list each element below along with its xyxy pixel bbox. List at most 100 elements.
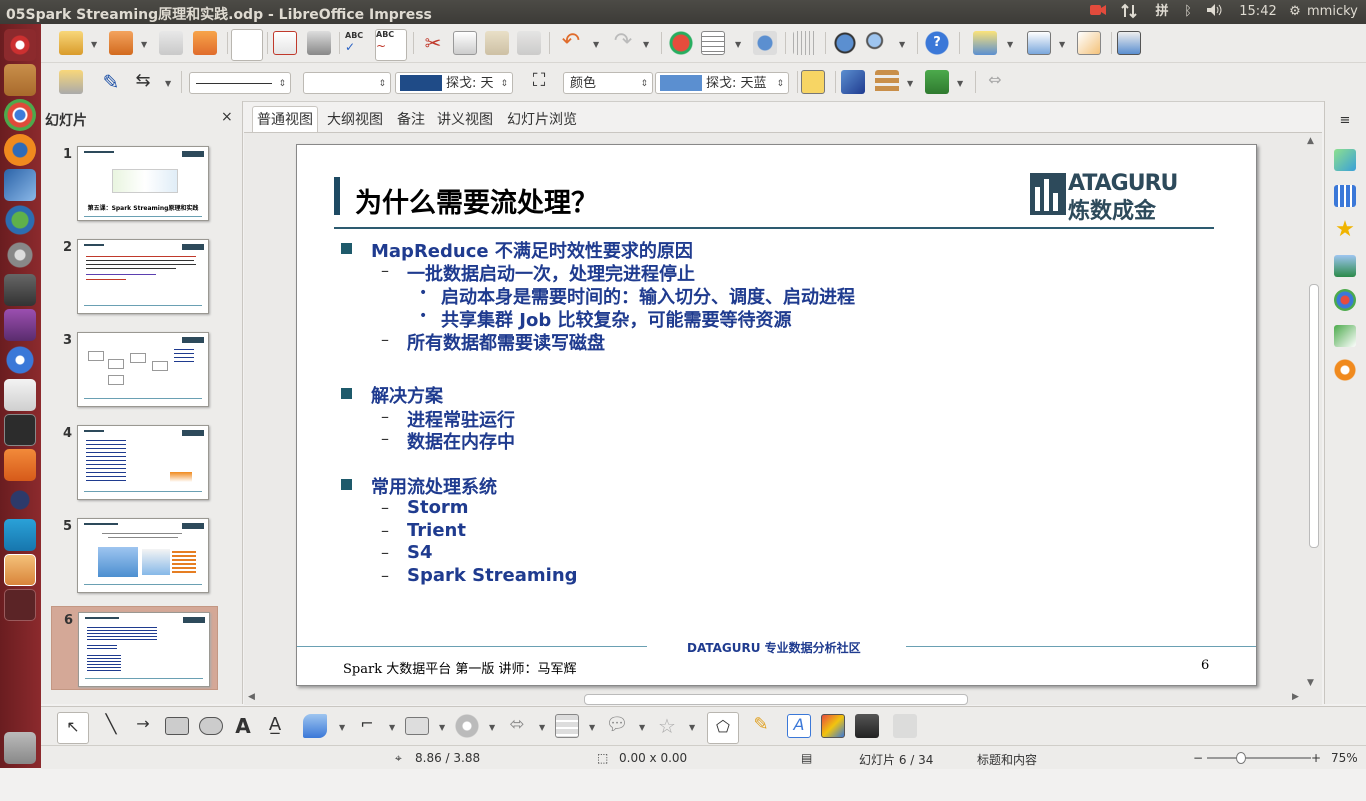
network-globe-icon[interactable] xyxy=(4,204,36,236)
screen-recorder-icon[interactable] xyxy=(4,309,36,341)
copy-icon[interactable] xyxy=(453,31,477,55)
text-editor-icon[interactable] xyxy=(4,379,36,411)
symbol-shapes-dropdown-icon[interactable]: ▼ xyxy=(489,723,495,732)
rotate-icon[interactable] xyxy=(841,70,865,94)
bullet-item[interactable]: Spark Streaming xyxy=(407,565,578,586)
slide-thumbnail[interactable]: 4 xyxy=(51,420,216,502)
arrow-style-icon[interactable]: ⇆ xyxy=(131,70,155,94)
virtualbox-icon[interactable] xyxy=(4,169,36,201)
close-icon[interactable]: × xyxy=(221,109,233,125)
slide-transition-icon[interactable] xyxy=(1334,255,1356,277)
vertical-scrollbar[interactable]: ▲ ▼ xyxy=(1306,136,1322,692)
volume-icon[interactable] xyxy=(1204,3,1226,21)
redo-dropdown-icon[interactable]: ▼ xyxy=(643,40,649,49)
area-fill-icon[interactable]: ⛶ xyxy=(527,70,551,94)
settings-icon[interactable] xyxy=(4,239,36,271)
image-icon[interactable] xyxy=(753,31,777,55)
trash-icon[interactable] xyxy=(4,732,36,764)
user-name[interactable]: mmicky xyxy=(1307,3,1363,21)
text-tool-icon[interactable]: A xyxy=(231,714,255,738)
zoom-in-icon[interactable]: + xyxy=(1311,751,1321,765)
zoom-dropdown-icon[interactable]: ▼ xyxy=(899,40,905,49)
edit-file-icon[interactable] xyxy=(231,29,263,61)
block-arrows-dropdown-icon[interactable]: ▼ xyxy=(539,723,545,732)
chrome-icon[interactable] xyxy=(4,99,36,131)
save-icon[interactable] xyxy=(159,31,183,55)
gear-icon[interactable]: ⚙ xyxy=(1287,3,1303,21)
line-width-field[interactable]: ⇕ xyxy=(303,72,391,94)
files-icon[interactable] xyxy=(4,64,36,96)
open-dropdown-icon[interactable]: ▼ xyxy=(141,40,147,49)
stars-icon[interactable]: ☆ xyxy=(655,714,679,738)
scroll-left-icon[interactable]: ◀ xyxy=(248,692,255,702)
tab-handout-view[interactable]: 讲义视图 xyxy=(432,106,498,133)
tab-normal-view[interactable]: 普通视图 xyxy=(252,106,318,133)
zoom-out-icon[interactable]: − xyxy=(1193,751,1203,765)
bullet-item[interactable]: 所有数据都需要读写磁盘 xyxy=(407,329,605,355)
symbol-shapes-icon[interactable] xyxy=(455,714,479,738)
curve-tool-icon[interactable] xyxy=(303,714,327,738)
redo-icon[interactable]: ↷ xyxy=(611,31,635,55)
media-player-icon[interactable] xyxy=(4,344,36,376)
stars-dropdown-icon[interactable]: ▼ xyxy=(689,723,695,732)
insert-image-icon[interactable] xyxy=(821,714,845,738)
bullet-item[interactable]: S4 xyxy=(407,542,433,563)
section-heading[interactable]: 解决方案 xyxy=(371,382,443,408)
master-slides-icon[interactable] xyxy=(1334,185,1356,207)
3d-objects-icon[interactable] xyxy=(893,714,917,738)
export-pdf-icon[interactable] xyxy=(273,31,297,55)
workspace-switcher-icon[interactable] xyxy=(4,589,36,621)
rectangle-tool-icon[interactable] xyxy=(165,717,189,735)
table-icon[interactable] xyxy=(701,31,725,55)
zoom-level[interactable]: 75% xyxy=(1331,751,1358,765)
arrange-dropdown-icon[interactable]: ▼ xyxy=(957,79,963,88)
callouts-icon[interactable]: 💬︎ xyxy=(605,714,629,738)
slide-title[interactable]: 为什么需要流处理？ xyxy=(355,181,598,220)
spellcheck-icon[interactable]: ABC ✓ xyxy=(345,31,369,55)
slide-thumbnail[interactable]: 1 第五课：Spark Streaming原理和实践 xyxy=(51,141,216,223)
basic-shapes-dropdown-icon[interactable]: ▼ xyxy=(439,723,445,732)
line-tool-icon[interactable]: ╲ xyxy=(99,714,123,738)
input-method-indicator[interactable]: 拼 xyxy=(1150,3,1174,21)
navigator-icon[interactable] xyxy=(833,31,857,55)
curve-dropdown-icon[interactable]: ▼ xyxy=(339,723,345,732)
software-center-icon[interactable] xyxy=(4,449,36,481)
tab-slide-sorter[interactable]: 幻灯片浏览 xyxy=(502,106,582,133)
zoom-slider-handle[interactable] xyxy=(1236,752,1246,764)
scroll-right-icon[interactable]: ▶ xyxy=(1292,692,1299,702)
bullet-item[interactable]: Storm xyxy=(407,497,469,518)
slide-thumbnail[interactable]: 3 xyxy=(51,327,216,409)
new-dropdown-icon[interactable]: ▼ xyxy=(91,40,97,49)
bullet-item[interactable]: Trient xyxy=(407,520,466,541)
line-color-combo[interactable]: 探戈: 天 ⇕ xyxy=(395,72,513,94)
scroll-thumb[interactable] xyxy=(1309,284,1319,548)
slide-thumbnail[interactable]: 5 xyxy=(51,513,216,595)
extrusion-icon[interactable] xyxy=(855,714,879,738)
cut-icon[interactable]: ✂ xyxy=(421,31,445,55)
bluetooth-icon[interactable]: ᛒ xyxy=(1180,3,1196,21)
network-icon[interactable] xyxy=(1118,3,1140,21)
scroll-down-icon[interactable]: ▼ xyxy=(1307,678,1314,688)
arrange-icon[interactable] xyxy=(925,70,949,94)
shadow-icon[interactable] xyxy=(801,70,825,94)
slide-layout-icon[interactable] xyxy=(1027,31,1051,55)
ellipse-tool-icon[interactable] xyxy=(199,717,223,735)
slide-design-icon[interactable] xyxy=(1077,31,1101,55)
line-arrow-tool-icon[interactable]: → xyxy=(131,714,155,738)
star-icon[interactable]: ★ xyxy=(1334,219,1356,241)
area-style-combo[interactable]: 颜色 ⇕ xyxy=(563,72,653,94)
flowchart-dropdown-icon[interactable]: ▼ xyxy=(589,723,595,732)
paste-icon[interactable] xyxy=(485,31,509,55)
clone-formatting-icon[interactable] xyxy=(517,31,541,55)
undo-icon[interactable]: ↶ xyxy=(559,31,583,55)
connector-dropdown-icon[interactable]: ▼ xyxy=(389,723,395,732)
vertical-text-icon[interactable]: A̲ xyxy=(263,714,287,738)
arrow-dropdown-icon[interactable]: ▼ xyxy=(165,79,171,88)
eclipse-icon[interactable] xyxy=(4,484,36,516)
section-heading[interactable]: 常用流处理系统 xyxy=(371,473,497,499)
undo-dropdown-icon[interactable]: ▼ xyxy=(593,40,599,49)
hscroll-thumb[interactable] xyxy=(584,694,968,705)
slide-icon[interactable] xyxy=(973,31,997,55)
start-slideshow-icon[interactable] xyxy=(1117,31,1141,55)
object-icon[interactable] xyxy=(59,70,83,94)
